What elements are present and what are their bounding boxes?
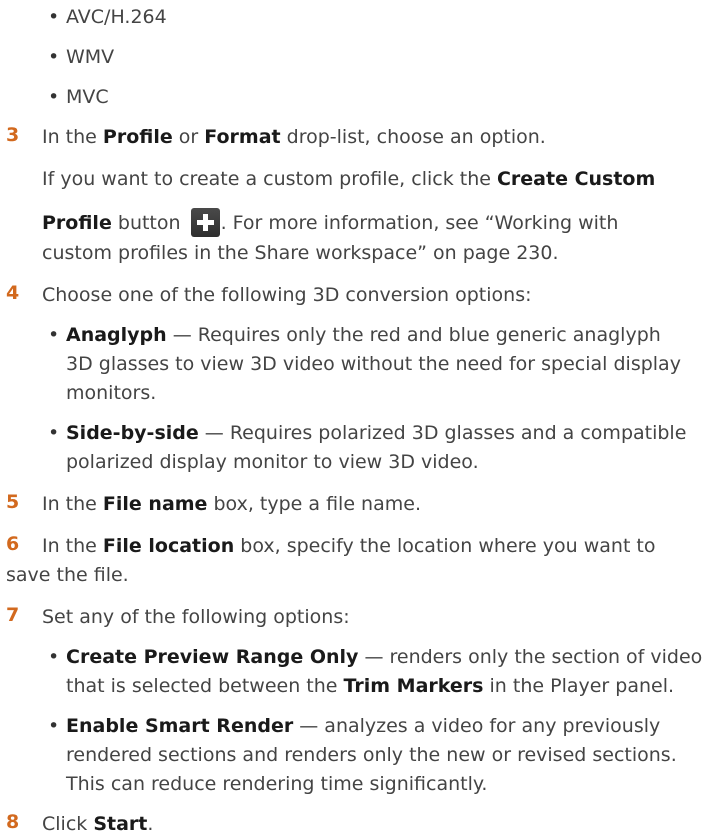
ui-term: File location (102, 535, 235, 557)
ui-term: File name (102, 493, 208, 515)
step-number: 6 (6, 533, 20, 555)
format-name: AVC/H.264 (66, 6, 167, 28)
option-esr-cont: rendered sections and renders only the n… (66, 744, 677, 766)
step-3-text: In the Profile or Format drop-list, choo… (42, 126, 546, 148)
step-7-text: Set any of the following options: (42, 606, 350, 628)
option-side-by-side-cont: polarized display monitor to view 3D vid… (66, 451, 479, 473)
option-side-by-side: Side-by-side — Requires polarized 3D gla… (48, 420, 686, 446)
format-bullet-mvc: MVC (48, 84, 109, 110)
step-6-cont: save the file. (6, 564, 129, 586)
option-cpro-cont: that is selected between the Trim Marker… (66, 675, 675, 697)
ui-term: Profile (102, 126, 173, 148)
step-number: 4 (6, 282, 20, 304)
format-bullet-avc: AVC/H.264 (48, 4, 167, 30)
option-anaglyph-cont: 3D glasses to view 3D video without the … (66, 353, 681, 375)
ui-term: Create Custom (496, 168, 656, 190)
create-custom-profile-icon (190, 208, 220, 237)
ui-term: Format (204, 126, 281, 148)
step-number: 7 (6, 604, 20, 626)
option-create-preview-range-only: Create Preview Range Only — renders only… (48, 644, 702, 670)
step-3-note-line-3: custom profiles in the Share workspace” … (42, 242, 559, 264)
option-anaglyph: Anaglyph — Requires only the red and blu… (48, 322, 661, 348)
step-3-note-line-1: If you want to create a custom profile, … (42, 168, 656, 190)
step-4-text: Choose one of the following 3D conversio… (42, 284, 532, 306)
option-esr-cont: This can reduce rendering time significa… (66, 773, 488, 795)
document-page: AVC/H.264 WMV MVC 3 In the Profile or Fo… (0, 0, 717, 838)
step-5-text: In the File name box, type a file name. (42, 493, 421, 515)
ui-term: Profile (42, 212, 112, 234)
step-3-note-line-2: Profile button . For more information, s… (42, 208, 618, 237)
ui-term: Trim Markers (343, 675, 484, 697)
ui-term: Start (93, 813, 148, 835)
step-number: 3 (6, 124, 20, 146)
step-8-text: Click Start. (42, 813, 154, 835)
format-name: WMV (66, 46, 115, 68)
format-name: MVC (66, 86, 109, 108)
option-enable-smart-render: Enable Smart Render — analyzes a video f… (48, 713, 660, 739)
step-number: 8 (6, 811, 20, 833)
step-6-text: In the File location box, specify the lo… (42, 535, 656, 557)
option-anaglyph-cont: monitors. (66, 382, 157, 404)
format-bullet-wmv: WMV (48, 44, 115, 70)
step-number: 5 (6, 491, 20, 513)
